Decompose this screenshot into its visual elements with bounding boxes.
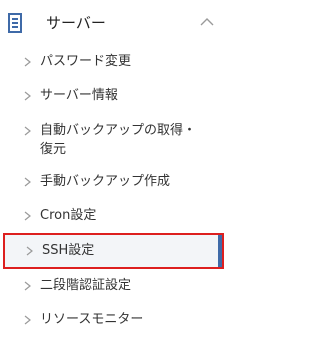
menu-item-label: 手動バックアップ作成	[40, 174, 171, 189]
chevron-right-icon	[24, 177, 31, 187]
menu-item-label: Cron設定	[40, 208, 97, 223]
chevron-right-icon	[24, 91, 31, 101]
chevron-right-icon	[24, 281, 31, 291]
section-title: サーバー	[46, 14, 106, 32]
chevron-right-icon	[24, 315, 31, 325]
chevron-right-icon	[24, 57, 31, 67]
server-section-header[interactable]: サーバー	[0, 0, 230, 46]
menu-item-ssh-settings[interactable]: SSH設定	[3, 233, 224, 269]
menu-item-label: パスワード変更	[40, 54, 132, 69]
menu-item-auto-backup[interactable]: 自動バックアップの取得・ 復元	[0, 118, 224, 160]
chevron-right-icon	[26, 246, 33, 256]
server-menu: サーバー パスワード変更 サーバー情報 自動バックアップの取得・ 復元 手動バッ…	[0, 0, 230, 340]
menu-item-server-info[interactable]: サーバー情報	[0, 84, 224, 108]
menu-item-resource-monitor[interactable]: リソースモニター	[0, 308, 224, 332]
menu-item-label: サーバー情報	[40, 88, 118, 103]
menu-item-label: リソースモニター	[40, 312, 144, 327]
server-icon	[8, 13, 22, 33]
chevron-right-icon	[24, 126, 31, 136]
menu-item-password-change[interactable]: パスワード変更	[0, 50, 224, 74]
chevron-up-icon[interactable]	[200, 17, 214, 27]
menu-item-two-factor[interactable]: 二段階認証設定	[0, 274, 224, 298]
menu-item-label: SSH設定	[42, 243, 95, 258]
menu-item-manual-backup[interactable]: 手動バックアップ作成	[0, 170, 224, 194]
menu-item-label: 二段階認証設定	[40, 278, 132, 293]
menu-item-cron-settings[interactable]: Cron設定	[0, 204, 224, 228]
active-indicator	[218, 235, 222, 267]
menu-item-label-line2: 復元	[40, 142, 67, 157]
chevron-right-icon	[24, 211, 31, 221]
